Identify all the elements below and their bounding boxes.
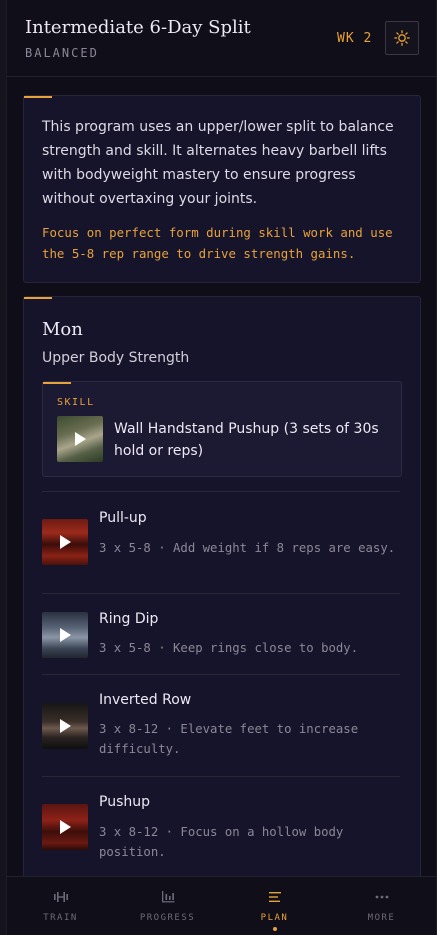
- program-title: Intermediate 6-Day Split: [25, 17, 251, 38]
- day-card: Mon Upper Body Strength SKILL Wall Hands…: [23, 296, 421, 918]
- skill-label: SKILL: [57, 397, 95, 408]
- week-indicator: WK 2: [337, 31, 373, 46]
- nav-label: PLAN: [260, 913, 289, 923]
- program-description: This program uses an upper/lower split t…: [42, 119, 394, 207]
- exercise-name: Pull-up: [99, 510, 147, 526]
- nav-label: TRAIN: [43, 913, 78, 923]
- theme-toggle-button[interactable]: [385, 21, 419, 55]
- nav-item-more[interactable]: MORE: [328, 877, 435, 935]
- skill-name: Wall Handstand Pushup (3 sets of 30s hol…: [114, 421, 379, 459]
- bar-chart-icon: [161, 891, 174, 903]
- play-icon: [60, 535, 71, 549]
- skill-block[interactable]: SKILL Wall Handstand Pushup (3 sets of 3…: [42, 381, 402, 477]
- bottom-nav: TRAIN PROGRESS PLAN MORE: [7, 876, 436, 935]
- exercise-detail: 3 x 5-8 · Keep rings close to body.: [99, 641, 359, 655]
- header: Intermediate 6-Day Split BALANCED WK 2: [7, 0, 436, 77]
- day-focus: Upper Body Strength: [42, 350, 190, 366]
- nav-label: MORE: [367, 913, 396, 923]
- exercise-name: Inverted Row: [99, 692, 192, 708]
- exercise-video-thumbnail[interactable]: [42, 519, 88, 565]
- exercise-detail: 3 x 5-8 · Add weight if 8 reps are easy.: [99, 541, 396, 555]
- exercise-name: Ring Dip: [99, 611, 159, 627]
- active-indicator: [272, 927, 277, 931]
- play-icon: [60, 719, 71, 733]
- exercise-detail: 3 x 8-12 · Elevate feet to increase diff…: [99, 722, 359, 756]
- exercise-detail: 3 x 8-12 · Focus on a hollow body positi…: [99, 825, 344, 859]
- nav-item-progress[interactable]: PROGRESS: [114, 877, 221, 935]
- nav-item-plan[interactable]: PLAN: [221, 877, 328, 935]
- sun-icon: [394, 30, 410, 46]
- play-icon: [60, 628, 71, 642]
- app-frame: Intermediate 6-Day Split BALANCED WK 2 T…: [6, 0, 437, 935]
- nav-item-train[interactable]: TRAIN: [7, 877, 114, 935]
- exercise-item[interactable]: Ring Dip 3 x 5-8 · Keep rings close to b…: [42, 593, 400, 675]
- exercise-video-thumbnail[interactable]: [42, 612, 88, 658]
- program-focus-note: Focus on perfect form during skill work …: [42, 225, 393, 261]
- exercise-item[interactable]: Inverted Row 3 x 8-12 · Elevate feet to …: [42, 674, 400, 777]
- exercise-name: Pushup: [99, 794, 150, 810]
- more-dots-icon: [375, 895, 388, 899]
- exercise-item[interactable]: Pull-up 3 x 5-8 · Add weight if 8 reps a…: [42, 491, 400, 594]
- play-icon: [60, 820, 71, 834]
- program-subtitle: BALANCED: [25, 46, 99, 60]
- play-icon: [75, 432, 86, 446]
- nav-label: PROGRESS: [139, 913, 196, 923]
- dumbbell-icon: [53, 892, 68, 902]
- day-name: Mon: [42, 319, 83, 340]
- exercise-video-thumbnail[interactable]: [42, 703, 88, 749]
- skill-video-thumbnail[interactable]: [57, 416, 103, 462]
- program-intro-card: This program uses an upper/lower split t…: [23, 95, 421, 283]
- list-icon: [268, 892, 281, 902]
- exercise-video-thumbnail[interactable]: [42, 804, 88, 850]
